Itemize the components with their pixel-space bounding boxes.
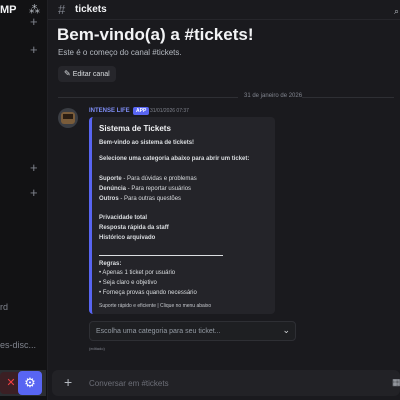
ticket-category-select[interactable]: Escolha uma categoria para seu ticket...… [89, 321, 296, 341]
category-desc: - Para reportar usuários [126, 186, 192, 192]
sidebar-channel-label[interactable]: rd [0, 302, 8, 312]
server-name[interactable]: MP [0, 4, 17, 16]
embed-rule: • Forneça provas quando necessário [99, 290, 197, 296]
gear-icon[interactable]: ⚙ [18, 371, 42, 395]
ticket-embed: Sistema de Tickets Bem-vindo ao sistema … [89, 117, 275, 314]
embed-category-item: Suporte - Para dúvidas e problemas [99, 176, 197, 182]
embed-separator [99, 255, 223, 256]
edit-channel-label: Editar canal [72, 71, 110, 78]
channel-title: tickets [75, 4, 107, 15]
plus-icon[interactable]: + [30, 160, 38, 175]
message-timestamp: 31/01/2026 07:37 [150, 108, 189, 114]
avatar-image [63, 114, 73, 119]
pencil-icon: ✎ [64, 69, 71, 78]
app-badge: APP [133, 107, 150, 115]
embed-title: Sistema de Tickets [99, 124, 171, 133]
edit-channel-button[interactable]: ✎ Editar canal [58, 66, 116, 82]
embed-feature: Privacidade total [99, 215, 148, 221]
category-name: Suporte [99, 176, 122, 182]
sidebar-channel-label[interactable]: es-disc... [0, 340, 36, 350]
date-divider: 31 de janeiro de 2026 [244, 93, 303, 99]
embed-rules-title: Regras: [99, 261, 122, 267]
category-name: Outros [99, 196, 119, 202]
hash-icon: # [58, 2, 66, 17]
embed-footer: Suporte rápido e eficiente | Clique no m… [99, 303, 212, 309]
embed-intro: Bem-vindo ao sistema de tickets! [99, 140, 195, 146]
embed-feature: Resposta rápida da staff [99, 225, 169, 231]
gift-icon[interactable]: ▦ [392, 377, 400, 388]
embed-prompt: Selecione uma categoria abaixo para abri… [99, 156, 250, 162]
attach-plus-icon[interactable]: + [64, 374, 72, 390]
plus-icon[interactable]: + [30, 185, 38, 200]
chevron-down-icon: ⌄ [282, 325, 290, 335]
date-divider-line [302, 97, 394, 98]
embed-category-item: Outros - Para outras questões [99, 196, 181, 202]
plus-icon[interactable]: + [30, 42, 38, 57]
welcome-subtitle: Este é o começo do canal #tickets. [58, 48, 182, 57]
select-placeholder: Escolha uma categoria para seu ticket... [96, 328, 221, 335]
embed-category-item: Denúncia - Para reportar usuários [99, 186, 191, 192]
embed-rule: • Apenas 1 ticket por usuário [99, 270, 176, 276]
plus-icon[interactable]: + [30, 14, 38, 29]
category-desc: - Para outras questões [118, 196, 182, 202]
date-divider-line [58, 97, 238, 98]
composer-input[interactable]: Conversar em #tickets [89, 379, 169, 388]
welcome-title: Bem-vindo(a) a #tickets! [57, 25, 254, 44]
embed-rule: • Seja claro e objetivo [99, 280, 157, 286]
edited-label: (editado) [89, 346, 105, 351]
header-action-icon[interactable]: ⌕ [394, 6, 399, 17]
avatar[interactable] [58, 108, 78, 128]
message-author[interactable]: INTENSE LIFE [89, 108, 130, 114]
category-desc: - Para dúvidas e problemas [121, 176, 197, 182]
embed-feature: Histórico arquivado [99, 235, 156, 241]
category-name: Denúncia [99, 186, 127, 192]
